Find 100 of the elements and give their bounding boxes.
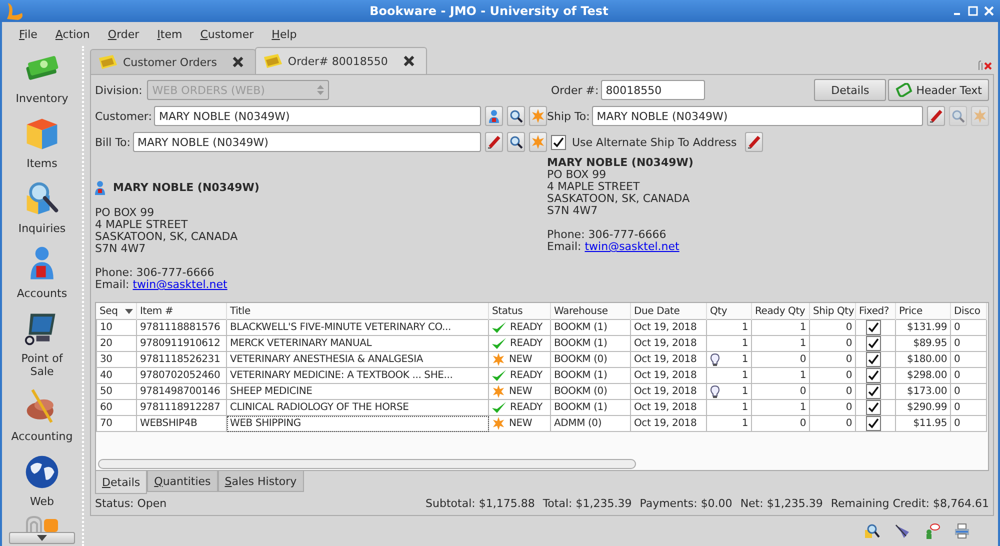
status-value: Open (137, 497, 167, 510)
table-cell: BLACKWELL'S FIVE-MINUTE VETERINARY CO... (226, 320, 488, 336)
checkbox[interactable] (866, 320, 881, 334)
table-cell: 0 (950, 368, 986, 384)
menu-item[interactable]: Customer (191, 28, 263, 40)
table-cell: 0 (752, 384, 810, 400)
maximize-icon[interactable] (968, 6, 978, 16)
checkbox-label: Use Alternate Ship To Address (572, 136, 737, 148)
plane-icon[interactable] (894, 523, 910, 539)
table-cell: 1 (742, 402, 748, 413)
table-cell: 9781118881576 (136, 320, 226, 336)
column-header[interactable]: Disco (950, 303, 986, 320)
person-button[interactable] (485, 106, 503, 126)
column-header[interactable]: Status (488, 303, 550, 320)
pencil-icon (487, 135, 501, 149)
table-cell: 9781118526231 (136, 352, 226, 368)
table-cell: 9780911910612 (136, 336, 226, 352)
window-title: Bookware - JMO - University of Test (368, 4, 610, 18)
sidebar-item[interactable]: Accounts (7, 245, 77, 300)
star-icon (492, 417, 505, 430)
field-label: Bill To: (95, 136, 130, 148)
table-cell: 0 (810, 352, 856, 368)
checkmark-icon (868, 402, 879, 413)
column-header[interactable]: Item # (136, 303, 226, 320)
close-icon[interactable] (402, 54, 416, 68)
search-button[interactable] (507, 132, 525, 152)
sidebar-item[interactable]: Point of Sale (7, 310, 77, 378)
checkmark-icon (868, 354, 879, 365)
checkbox[interactable] (866, 368, 881, 382)
table-cell: $290.99 (896, 400, 950, 416)
menu-item[interactable]: Order (98, 28, 148, 40)
table-cell: 0 (950, 320, 986, 336)
tab[interactable]: Details (95, 471, 148, 494)
tab[interactable]: Customer Orders (90, 49, 256, 74)
address-name: MARY NOBLE (N0349W) (547, 157, 694, 169)
checkmark-icon (868, 386, 879, 397)
table-cell: 0 (950, 352, 986, 368)
column-header[interactable]: Ready Qty (752, 303, 810, 320)
column-header[interactable]: Qty (706, 303, 752, 320)
close-tabs-icon[interactable] (978, 60, 992, 70)
printer-icon[interactable] (954, 523, 970, 539)
table-cell: BOOKM (1) (550, 368, 630, 384)
sidebar-item[interactable]: Inquiries (7, 180, 77, 235)
scrollbar-thumb[interactable] (98, 459, 636, 469)
sidebar-item[interactable]: Accounting (7, 388, 77, 443)
address-line: S7N 4W7 (547, 205, 599, 217)
address-line: SASKATOON, SK, CANADA (95, 231, 239, 243)
edit-button[interactable] (927, 106, 945, 126)
star-icon (531, 135, 545, 149)
search-icon (951, 109, 965, 123)
column-header[interactable]: Fixed? (856, 303, 896, 320)
ship-to-field[interactable]: MARY NOBLE (N0349W) (592, 106, 923, 126)
table-cell: 1 (752, 368, 810, 384)
menu-item[interactable]: File (10, 28, 46, 40)
tab[interactable]: Quantities (147, 471, 218, 492)
table-cell: BOOKM (1) (550, 400, 630, 416)
menu-item[interactable]: Help (262, 28, 306, 40)
sidebar-item[interactable]: Inventory (7, 50, 77, 105)
bill-to-field[interactable]: MARY NOBLE (N0349W) (132, 132, 481, 152)
tab[interactable]: Sales History (218, 471, 304, 492)
close-icon[interactable] (230, 55, 245, 69)
customer-field[interactable]: MARY NOBLE (N0349W) (154, 106, 481, 126)
checkbox[interactable] (866, 336, 881, 350)
column-header[interactable]: Price (896, 303, 950, 320)
table-cell: 0 (810, 384, 856, 400)
table-cell: VETERINARY ANESTHESIA & ANALGESIA (226, 352, 488, 368)
edit-button[interactable] (744, 132, 763, 152)
table-cell: 1 (742, 418, 748, 429)
checkbox[interactable] (866, 416, 881, 430)
toggle-icon[interactable] (24, 516, 60, 532)
column-header[interactable]: Due Date (630, 303, 706, 320)
tab[interactable]: Order# 80018550 (254, 47, 427, 74)
header-text-button[interactable]: Header Text (888, 79, 989, 101)
search-button[interactable] (507, 106, 525, 126)
address-line: PO BOX 99 (95, 207, 156, 219)
checkbox[interactable] (551, 134, 566, 150)
column-header[interactable]: Title (226, 303, 488, 320)
column-header[interactable]: Seq (96, 303, 136, 320)
checkbox[interactable] (866, 384, 881, 398)
pencil-icon (929, 109, 943, 123)
scroll-down-button[interactable] (9, 532, 75, 544)
column-header[interactable]: Warehouse (550, 303, 630, 320)
total-label: Remaining Credit: (830, 497, 930, 510)
menu-item[interactable]: Action (46, 28, 99, 40)
details-button[interactable]: Details (814, 79, 886, 101)
email-link[interactable]: twin@sasktel.net (584, 240, 680, 253)
search-icon[interactable] (864, 523, 880, 539)
order-number-field[interactable]: 80018550 (600, 80, 705, 100)
chat-person-icon[interactable] (924, 523, 940, 539)
sidebar-item[interactable]: Web (7, 453, 77, 508)
checkbox[interactable] (866, 400, 881, 414)
edit-button[interactable] (485, 132, 503, 152)
menu-item[interactable]: Item (148, 28, 192, 40)
checkbox[interactable] (866, 352, 881, 366)
table-cell: 70 (96, 416, 136, 432)
sidebar-item[interactable]: Items (7, 115, 77, 170)
email-link[interactable]: twin@sasktel.net (132, 278, 228, 291)
status-text: READY (510, 338, 542, 349)
column-header[interactable]: Ship Qty (810, 303, 856, 320)
checkmark-icon (553, 136, 564, 148)
